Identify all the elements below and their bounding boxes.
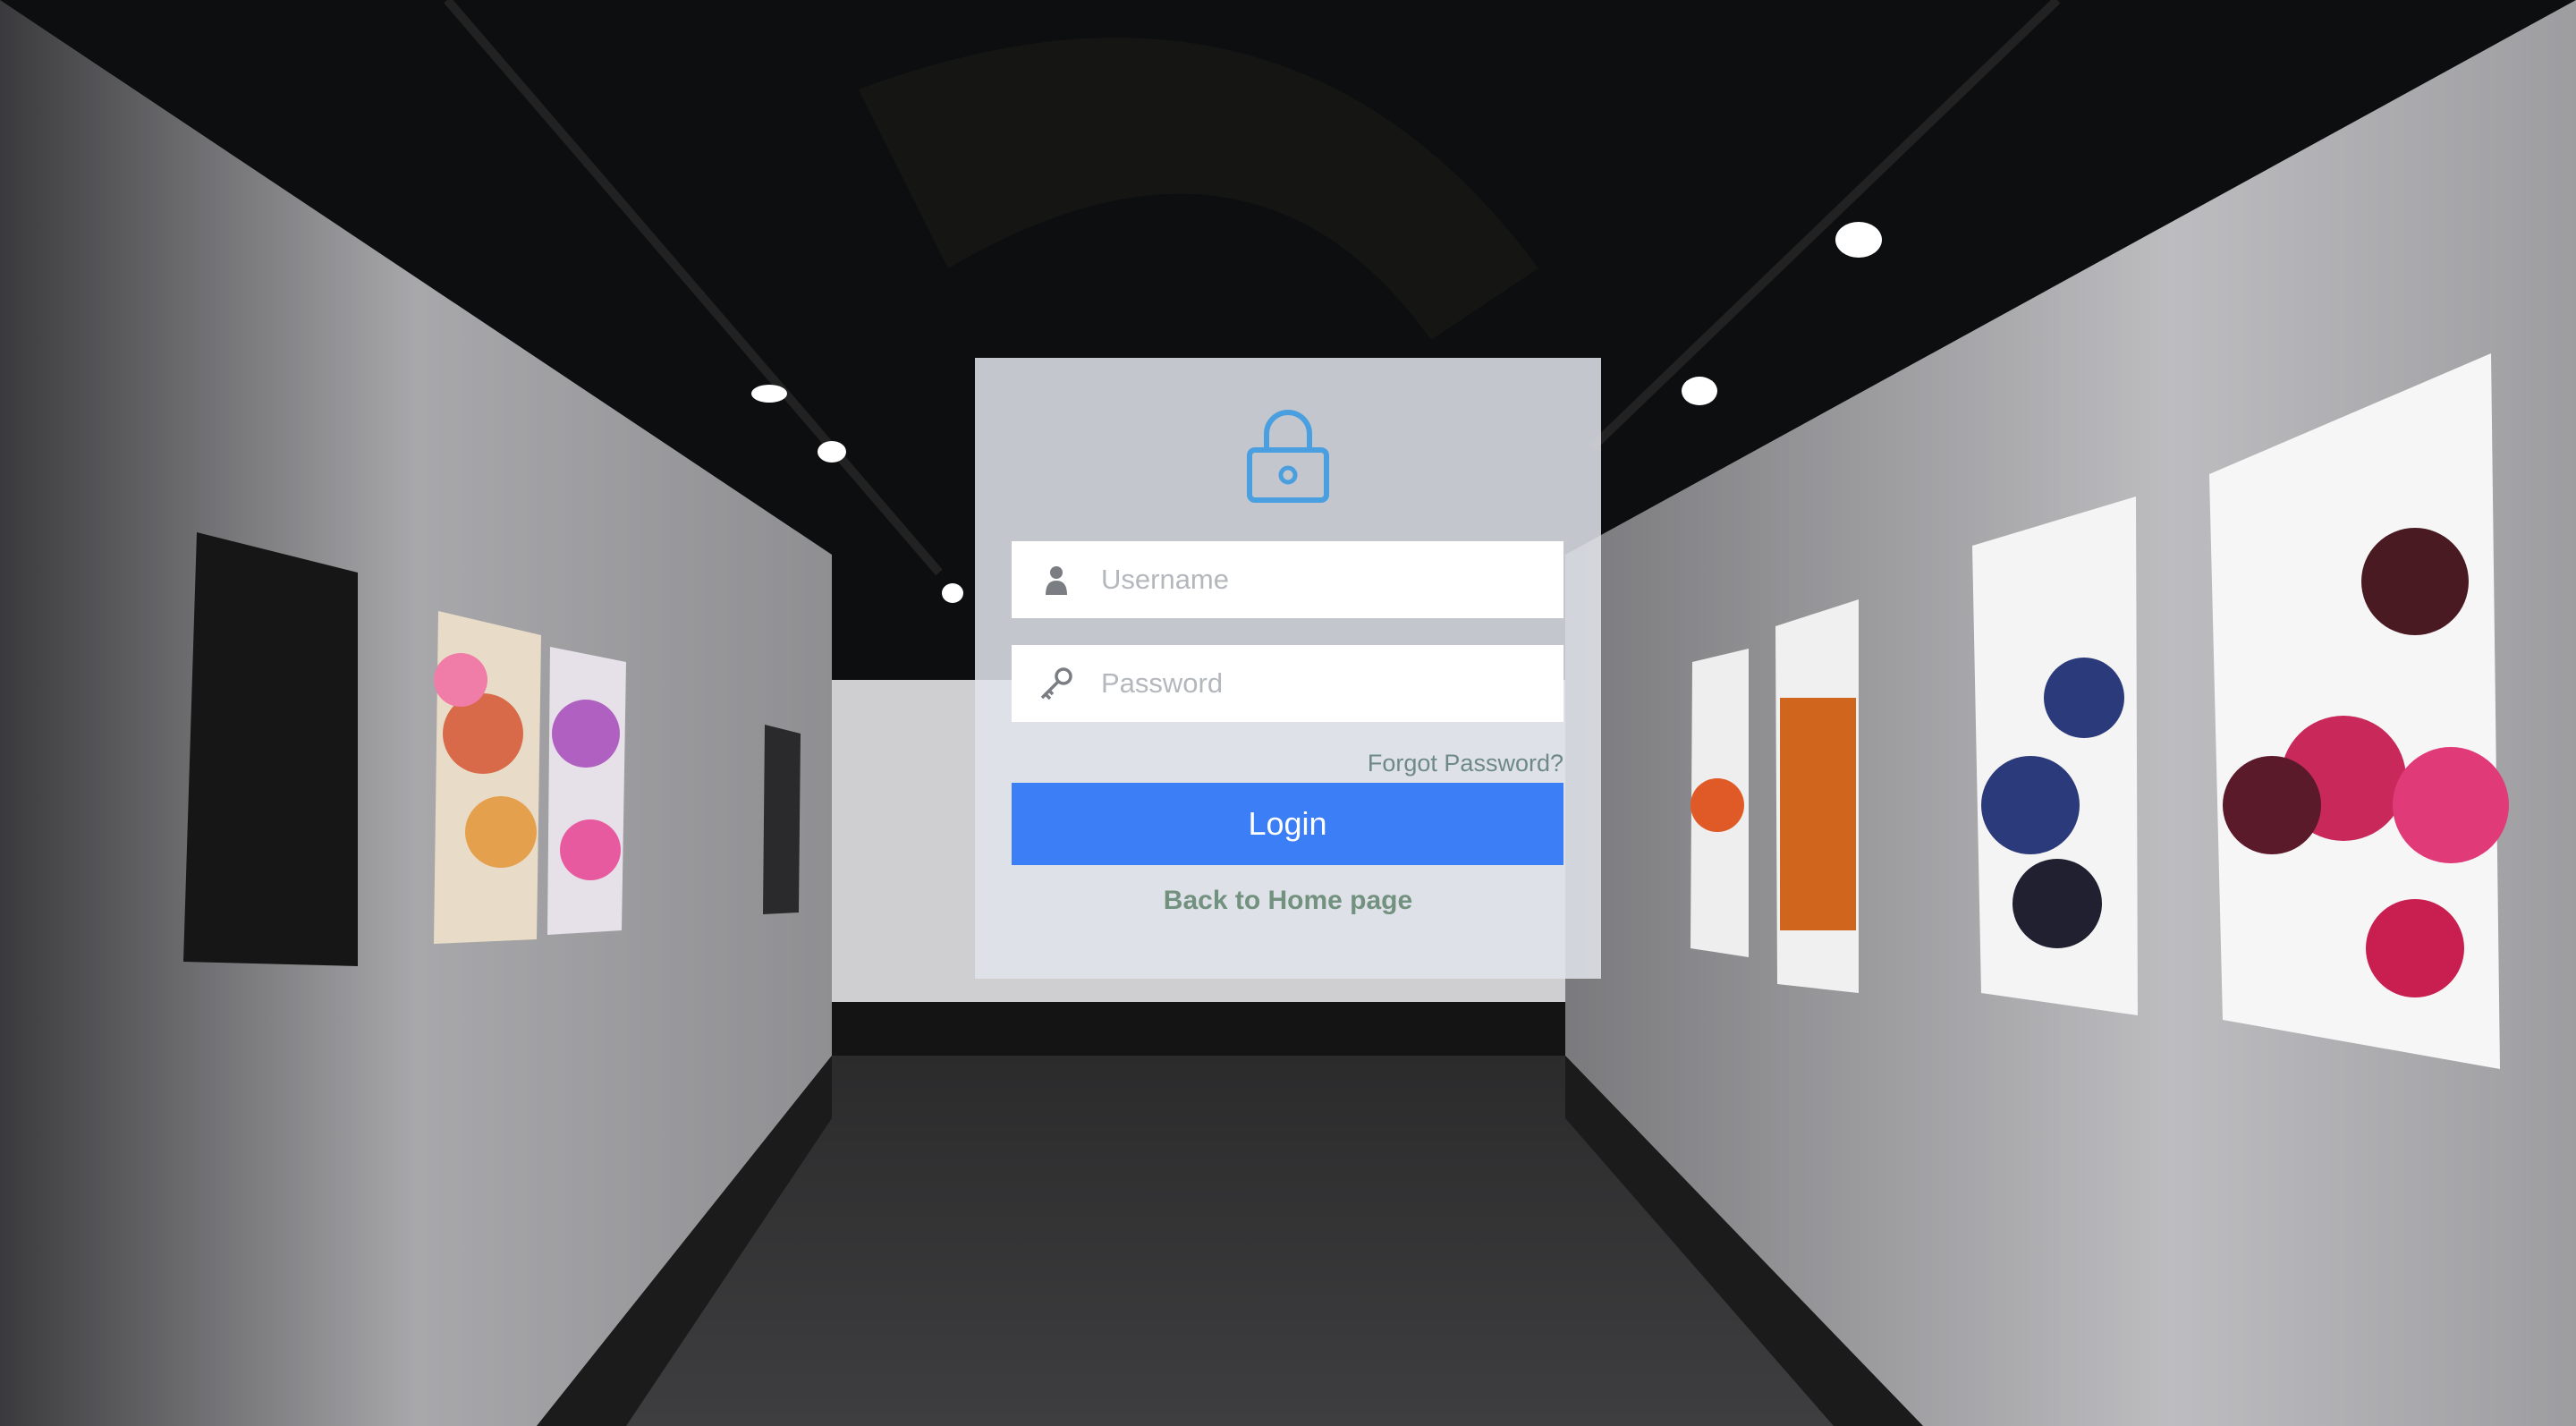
login-card: Forgot Password? Login Back to Home page <box>975 358 1601 979</box>
username-input[interactable] <box>1101 544 1548 615</box>
forgot-password-link[interactable]: Forgot Password? <box>1368 750 1563 777</box>
user-icon <box>1012 541 1101 618</box>
username-field[interactable] <box>1012 541 1563 618</box>
login-button[interactable]: Login <box>1012 783 1563 865</box>
lock-icon <box>1247 410 1329 503</box>
password-input[interactable] <box>1101 648 1548 719</box>
key-icon <box>1012 645 1101 722</box>
back-to-home-link[interactable]: Back to Home page <box>975 886 1601 916</box>
password-field[interactable] <box>1012 645 1563 722</box>
